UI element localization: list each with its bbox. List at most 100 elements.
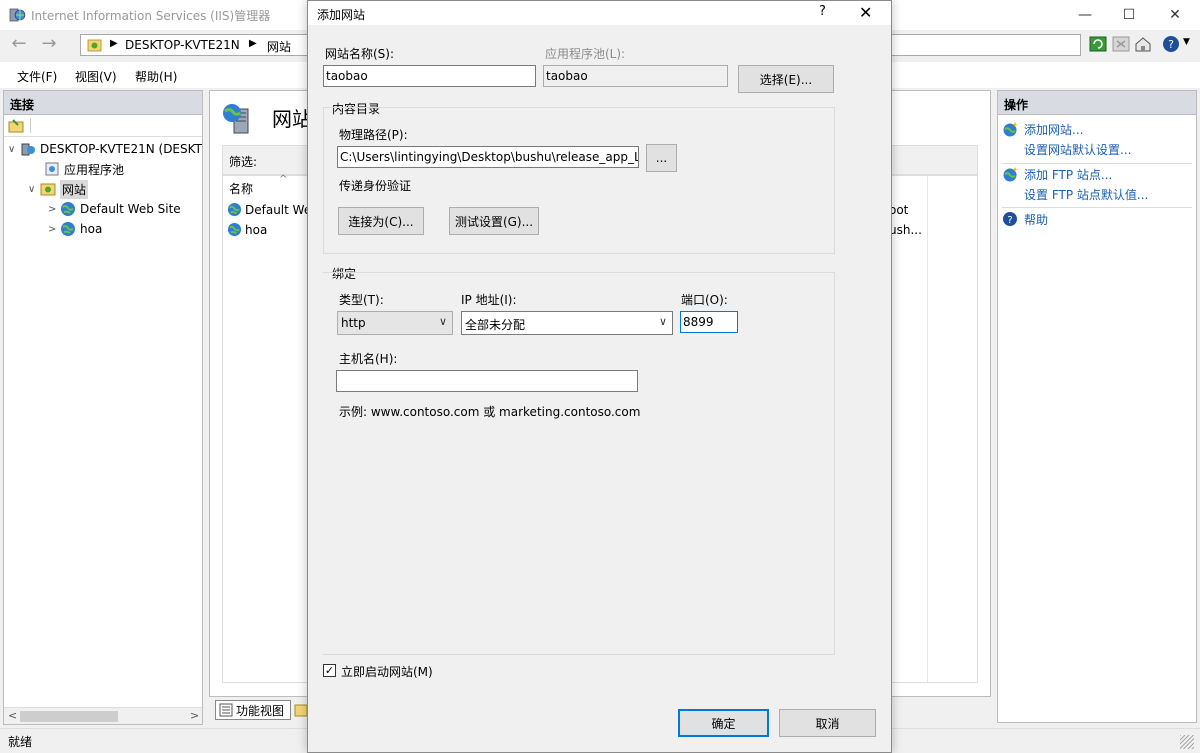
scroll-thumb[interactable] xyxy=(20,711,118,722)
actions-divider xyxy=(1002,207,1192,208)
ip-address-dropdown[interactable]: 全部未分配 ∨ xyxy=(461,311,673,335)
tab-feature-view[interactable]: 功能视图 xyxy=(215,700,291,720)
tree-node-server[interactable]: ∨ DESKTOP-KVTE21N (DESKT xyxy=(8,139,202,159)
expand-icon[interactable]: > xyxy=(48,204,60,215)
select-app-pool-button[interactable]: 选择(E)... xyxy=(738,65,834,93)
dialog-title-bar: 添加网站 ? ✕ xyxy=(308,1,891,25)
back-button[interactable]: ← xyxy=(8,35,30,55)
breadcrumb-separator-icon: ▶ xyxy=(110,38,118,49)
site-path-fragment: ush... xyxy=(889,223,922,237)
chevron-down-icon: ∨ xyxy=(438,315,447,328)
tree-node-default-web-site[interactable]: > Default Web Site xyxy=(48,199,181,219)
dialog-help-button[interactable]: ? xyxy=(819,4,826,19)
tree-label: hoa xyxy=(80,222,103,236)
add-site-icon xyxy=(1003,122,1018,137)
port-input[interactable]: 8899 xyxy=(680,311,738,333)
ftp-defaults-link[interactable]: 设置 FTP 站点默认值... xyxy=(1024,185,1148,205)
address-field-end[interactable] xyxy=(891,34,1081,56)
cancel-button[interactable]: 取消 xyxy=(779,709,876,737)
refresh-icon[interactable] xyxy=(1089,35,1107,53)
column-divider xyxy=(927,176,928,682)
type-dropdown[interactable]: http ∨ xyxy=(337,311,453,335)
test-settings-button[interactable]: 测试设置(G)... xyxy=(449,207,539,235)
start-immediately-label[interactable]: 立即启动网站(M) xyxy=(341,663,433,680)
site-name-label: 网站名称(S): xyxy=(325,47,395,61)
stop-icon[interactable] xyxy=(1112,35,1130,53)
address-breadcrumb[interactable]: ▶ DESKTOP-KVTE21N ▶ 网站 xyxy=(80,34,308,56)
maximize-button[interactable]: ☐ xyxy=(1106,0,1152,30)
physical-path-label: 物理路径(P): xyxy=(339,128,408,142)
resize-grip-icon[interactable] xyxy=(1180,735,1194,749)
site-name: hoa xyxy=(245,222,268,237)
window-title: Internet Information Services (IIS)管理器 xyxy=(31,9,271,23)
minimize-button[interactable]: — xyxy=(1062,0,1108,30)
sort-ascending-icon: ^ xyxy=(279,174,288,185)
ok-button[interactable]: 确定 xyxy=(678,709,769,737)
list-item[interactable]: hoa xyxy=(227,222,267,237)
menu-help[interactable]: 帮助(H) xyxy=(135,68,177,85)
collapse-icon[interactable]: ∨ xyxy=(28,184,40,195)
hostname-example: 示例: www.contoso.com 或 marketing.contoso.… xyxy=(339,405,641,419)
physical-path-input[interactable]: C:\Users\lintingying\Desktop\bushu\relea… xyxy=(337,146,639,168)
scroll-left-icon[interactable]: < xyxy=(8,709,17,722)
app-pool-field: taobao xyxy=(543,65,728,87)
tree-label: 网站 xyxy=(60,179,89,199)
tree-node-app-pools[interactable]: 应用程序池 xyxy=(32,159,124,179)
connections-title: 连接 xyxy=(4,91,202,115)
tree-node-sites[interactable]: ∨ 网站 xyxy=(28,179,89,199)
help-link[interactable]: 帮助 xyxy=(1024,210,1048,230)
add-ftp-icon xyxy=(1003,167,1018,182)
port-label: 端口(O): xyxy=(681,293,728,307)
expand-icon[interactable]: > xyxy=(48,224,60,235)
close-window-button[interactable]: ✕ xyxy=(1152,0,1198,30)
breadcrumb-server[interactable]: DESKTOP-KVTE21N xyxy=(125,38,240,52)
content-view-icon[interactable] xyxy=(294,703,308,717)
action-add-ftp: 添加 FTP 站点... 设置 FTP 站点默认值... xyxy=(1002,165,1148,205)
svg-text:?: ? xyxy=(1168,38,1174,51)
type-value: http xyxy=(341,316,366,330)
tree-node-hoa[interactable]: > hoa xyxy=(48,219,102,239)
connect-icon[interactable] xyxy=(8,118,24,134)
type-label: 类型(T): xyxy=(339,293,384,307)
collapse-icon[interactable]: ∨ xyxy=(8,144,20,155)
menu-file[interactable]: 文件(F) xyxy=(17,68,57,85)
connections-toolbar xyxy=(4,115,202,137)
help-icon[interactable]: ? xyxy=(1162,35,1180,53)
toolbar-divider xyxy=(30,118,31,133)
column-header-name[interactable]: 名称 xyxy=(229,180,253,197)
actions-divider xyxy=(1002,163,1192,164)
action-add-site: 添加网站... 设置网站默认设置... xyxy=(1002,120,1131,160)
dialog-title: 添加网站 xyxy=(317,8,366,22)
list-item[interactable]: Default We xyxy=(227,202,311,217)
status-text: 就绪 xyxy=(8,735,33,749)
action-help: ? 帮助 xyxy=(1002,210,1048,230)
app-pool-icon xyxy=(45,162,59,176)
dialog-close-button[interactable]: ✕ xyxy=(859,3,872,22)
browse-button[interactable]: ... xyxy=(646,144,677,172)
breadcrumb-separator-icon: ▶ xyxy=(249,38,257,49)
hostname-input[interactable] xyxy=(336,370,638,392)
add-ftp-link[interactable]: 添加 FTP 站点... xyxy=(1024,165,1148,185)
tree-label: Default Web Site xyxy=(80,202,181,216)
forward-button[interactable]: → xyxy=(38,35,60,55)
globe-icon xyxy=(227,222,242,237)
binding-group-bottom xyxy=(323,654,835,655)
breadcrumb-sites[interactable]: 网站 xyxy=(267,38,291,55)
sites-folder-icon xyxy=(40,183,56,196)
connect-as-button[interactable]: 连接为(C)... xyxy=(338,207,424,235)
connections-pane: 连接 ∨ DESKTOP-KVTE21N (DESKT 应用程序池 ∨ 网站 > xyxy=(3,90,203,725)
site-defaults-link[interactable]: 设置网站默认设置... xyxy=(1024,140,1131,160)
start-immediately-checkbox[interactable]: ✓ xyxy=(323,664,336,677)
site-name-input[interactable]: taobao xyxy=(323,65,536,87)
app-pool-label: 应用程序池(L): xyxy=(545,47,626,61)
iis-app-icon xyxy=(9,8,26,22)
add-website-dialog: 添加网站 ? ✕ 网站名称(S): taobao 应用程序池(L): taoba… xyxy=(307,0,892,753)
menu-view[interactable]: 视图(V) xyxy=(75,68,117,85)
ip-address-label: IP 地址(I): xyxy=(461,293,517,307)
connections-hscrollbar[interactable]: < > xyxy=(4,707,202,724)
home-icon[interactable] xyxy=(1134,35,1152,53)
add-site-link[interactable]: 添加网站... xyxy=(1024,120,1131,140)
scroll-right-icon[interactable]: > xyxy=(190,709,199,722)
globe-icon xyxy=(61,222,75,236)
help-dropdown-icon[interactable]: ▼ xyxy=(1183,37,1190,47)
